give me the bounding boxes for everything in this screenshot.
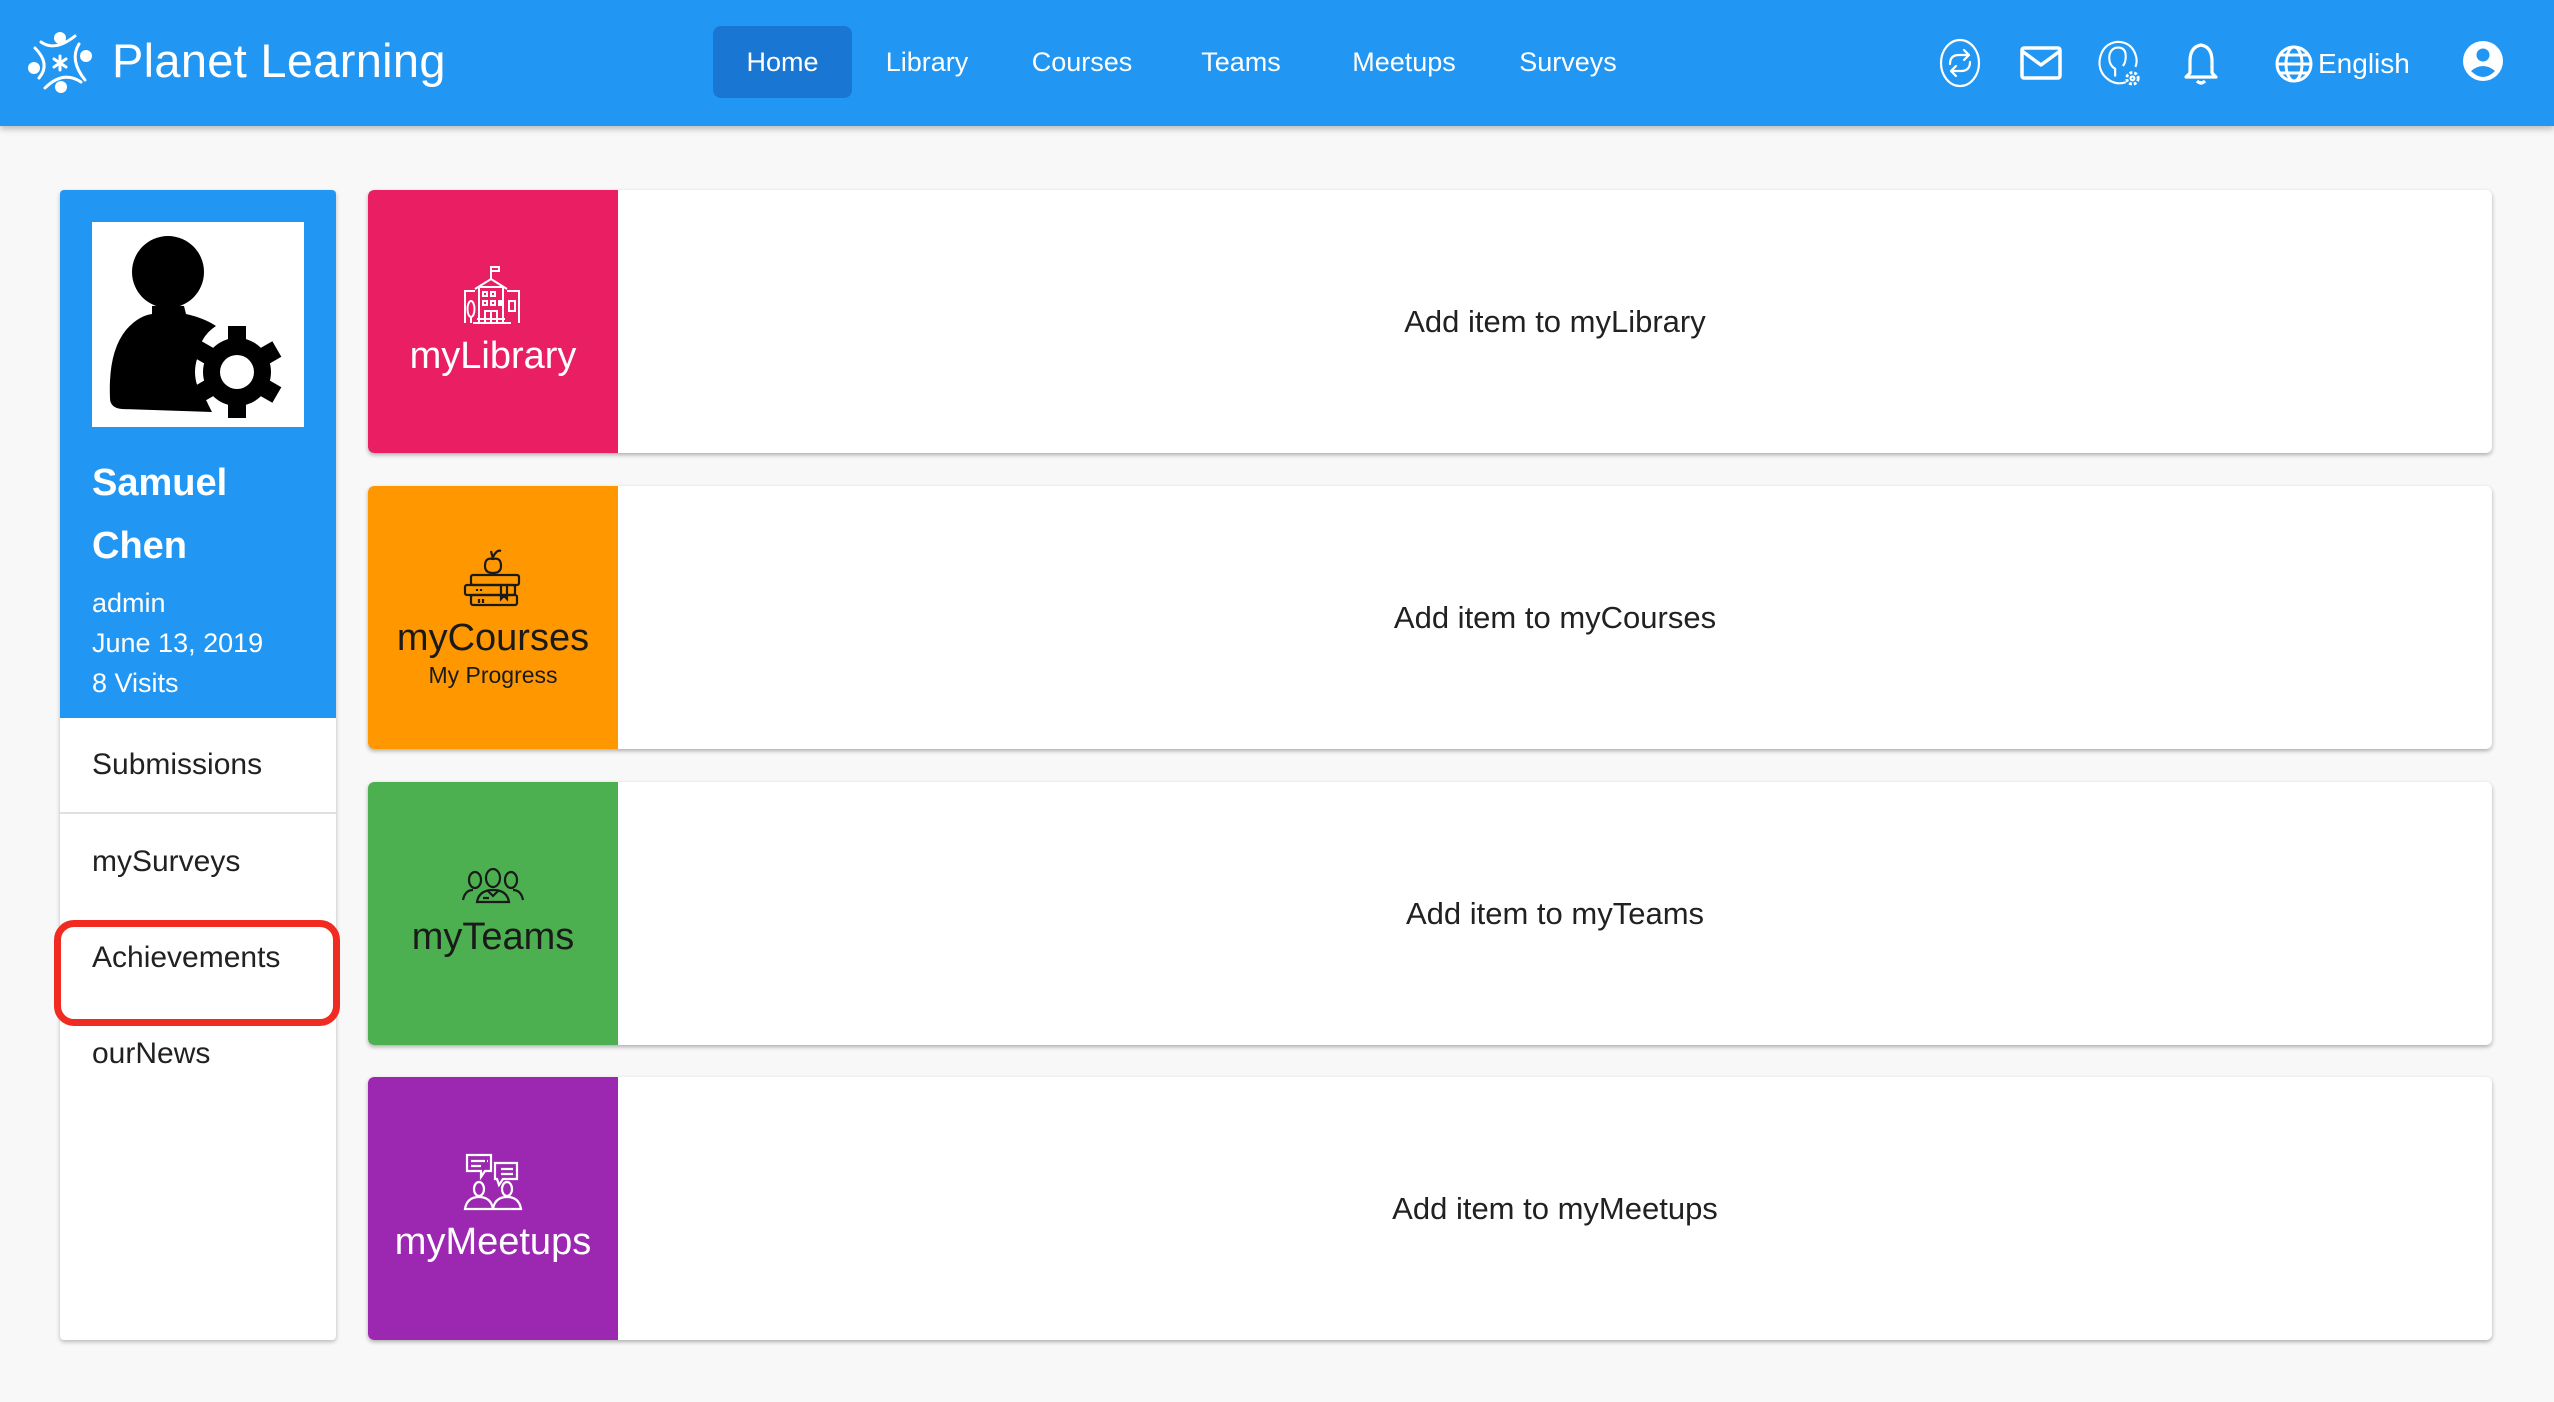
school-building-icon [464,265,520,324]
app-title[interactable]: Planet Learning [112,28,446,94]
profile-role: admin [92,588,166,618]
card-action-text[interactable]: Add item to myLibrary [618,190,2492,453]
top-toolbar: Planet Learning Home Library Courses Tea… [0,0,2554,126]
avatar[interactable] [92,222,304,427]
team-group-icon [461,867,525,903]
nav-teams[interactable]: Teams [1162,26,1320,98]
meetup-chat-icon [463,1153,523,1210]
tile-label: myTeams [411,915,575,958]
nav-courses[interactable]: Courses [1002,26,1162,98]
admin-user-gear-icon [109,236,282,418]
tile-mylibrary[interactable]: myLibrary [368,190,618,453]
mail-icon[interactable] [2016,38,2066,88]
sidebar-item-mysurveys[interactable]: mySurveys [60,814,336,910]
card-myteams[interactable]: myTeams Add item to myTeams [368,782,2492,1045]
card-mymeetups[interactable]: myMeetups Add item to myMeetups [368,1077,2492,1340]
profile-visits: 8 Visits [92,668,179,698]
tile-myteams[interactable]: myTeams [368,782,618,1045]
user-settings-icon[interactable] [2094,38,2144,88]
language-selector[interactable]: English [2274,40,2410,88]
nav-meetups[interactable]: Meetups [1320,26,1488,98]
tile-mymeetups[interactable]: myMeetups [368,1077,618,1340]
tile-label: myMeetups [394,1220,592,1263]
profile-last-name: Chen [92,525,187,567]
planet-learning-logo-icon[interactable] [27,30,93,94]
sync-icon[interactable] [1935,38,1985,88]
sidebar-item-achievements[interactable]: Achievements [60,910,336,1006]
profile-date: June 13, 2019 [92,628,264,658]
account-circle-icon[interactable] [2458,36,2508,86]
tile-mycourses[interactable]: myCourses My Progress [368,486,618,749]
nav-surveys[interactable]: Surveys [1488,26,1648,98]
card-mylibrary[interactable]: myLibrary Add item to myLibrary [368,190,2492,453]
language-label: English [2318,48,2410,79]
card-mycourses[interactable]: myCourses My Progress Add item to myCour… [368,486,2492,749]
profile-name: Samuel Chen [92,452,312,578]
tile-label: myCourses [396,616,590,659]
profile-first-name: Samuel [92,462,228,504]
globe-icon [2275,45,2313,83]
card-action-text[interactable]: Add item to myTeams [618,782,2492,1045]
main-nav: Home Library Courses Teams Meetups Surve… [713,26,1648,98]
sidebar-item-submissions[interactable]: Submissions [60,718,336,814]
tile-label: myLibrary [409,334,577,377]
books-apple-icon [463,549,521,606]
card-action-text[interactable]: Add item to myMeetups [618,1077,2492,1340]
nav-home[interactable]: Home [713,26,852,98]
my-progress-link[interactable]: My Progress [428,661,557,689]
profile-card: Samuel Chen admin June 13, 2019 8 Visits [60,190,336,718]
nav-library[interactable]: Library [852,26,1002,98]
card-action-text[interactable]: Add item to myCourses [618,486,2492,749]
sidebar-item-ournews[interactable]: ourNews [60,1006,336,1102]
profile-sidebar: Samuel Chen admin June 13, 2019 8 Visits… [60,190,336,1340]
bell-icon[interactable] [2176,38,2226,88]
